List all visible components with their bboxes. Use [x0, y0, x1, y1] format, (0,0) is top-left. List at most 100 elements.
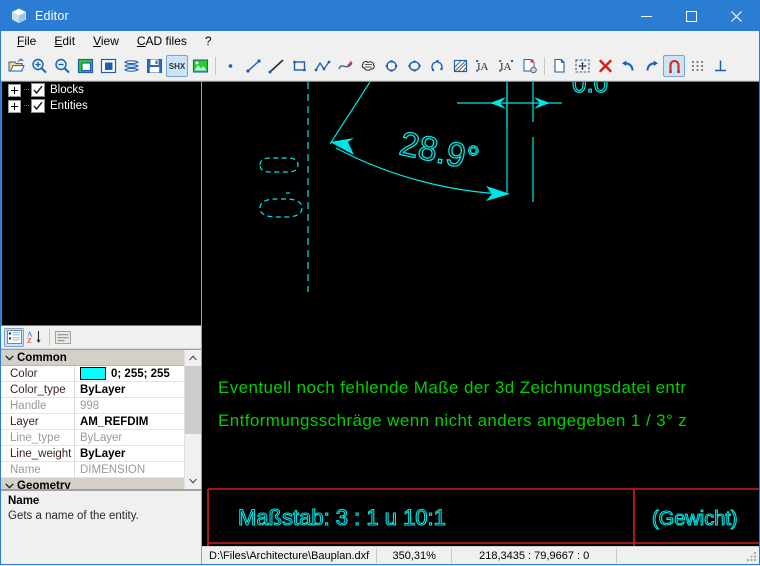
right-panel: 28.9° 0.0 Eventuell noch fehlende Maße d… [202, 81, 759, 564]
property-row-line-weight[interactable]: Line_weight ByLayer [1, 446, 184, 462]
grid-icon[interactable] [686, 55, 708, 77]
property-value-color[interactable]: 0; 255; 255 [75, 366, 184, 382]
property-value-color-text: 0; 255; 255 [111, 368, 170, 380]
scroll-track[interactable] [185, 366, 201, 473]
property-pages-icon[interactable] [53, 328, 73, 347]
expand-plus-icon-2[interactable] [8, 100, 21, 113]
categorized-view-icon[interactable] [4, 328, 24, 347]
ellipse-icon[interactable] [403, 55, 425, 77]
property-name-line-weight: Line_weight [1, 446, 75, 462]
menu-rest-edit: dit [62, 34, 75, 48]
property-category-common[interactable]: Common [1, 350, 184, 366]
menu-rest-cad: AD files [146, 34, 187, 48]
close-button[interactable] [714, 1, 759, 31]
cad-canvas[interactable]: 28.9° 0.0 Eventuell noch fehlende Maße d… [202, 81, 759, 546]
line-icon[interactable] [242, 55, 264, 77]
menu-item-edit[interactable]: Edit [45, 32, 84, 51]
window-controls [624, 1, 759, 31]
zoom-fit-icon[interactable] [74, 55, 96, 77]
rectangle-icon[interactable] [288, 55, 310, 77]
open-file-icon[interactable] [5, 55, 27, 77]
polyline-icon[interactable] [311, 55, 333, 77]
block-icon[interactable] [357, 55, 379, 77]
left-panel: Blocks Entities [1, 81, 201, 564]
new-file-icon[interactable] [548, 55, 570, 77]
hatch-icon[interactable] [449, 55, 471, 77]
chevron-down-icon[interactable] [1, 355, 17, 361]
tree-label-blocks: Blocks [50, 84, 84, 97]
arc-icon[interactable] [426, 55, 448, 77]
menu-bar: File Edit View CAD files ? [1, 31, 759, 52]
scroll-thumb[interactable] [185, 366, 201, 434]
text-single-icon[interactable]: I A [472, 55, 494, 77]
shx-label: SHX [169, 62, 185, 71]
property-row-name[interactable]: Name DIMENSION [1, 462, 184, 478]
property-grid[interactable]: Common Color 0; 255; 255 Color_type ByLa… [1, 349, 201, 490]
layers-icon[interactable] [120, 55, 142, 77]
color-swatch [80, 367, 106, 380]
image-icon[interactable] [189, 55, 211, 77]
menu-item-help[interactable]: ? [196, 32, 221, 51]
title-block-weight: (Gewicht) [652, 508, 738, 530]
menu-item-file[interactable]: File [8, 32, 45, 51]
property-row-layer[interactable]: Layer AM_REFDIM [1, 414, 184, 430]
svg-text:A: A [503, 61, 511, 73]
property-name-color-type: Color_type [1, 382, 75, 398]
alphabetic-sort-icon[interactable]: A Z [25, 328, 45, 347]
spline-icon[interactable] [334, 55, 356, 77]
tree-node-entities[interactable]: Entities [2, 98, 201, 114]
zoom-in-icon[interactable] [28, 55, 50, 77]
toolbar-separator [215, 57, 216, 75]
menu-item-view[interactable]: View [84, 32, 128, 51]
main-toolbar: SHX [1, 52, 759, 81]
menu-item-cad-files[interactable]: CAD files [128, 32, 196, 51]
property-grid-scrollbar[interactable] [184, 350, 201, 489]
property-row-color[interactable]: Color 0; 255; 255 [1, 366, 184, 382]
ray-icon[interactable] [265, 55, 287, 77]
zoom-out-icon[interactable] [51, 55, 73, 77]
window-title: Editor [35, 9, 624, 23]
property-name-color: Color [1, 366, 75, 382]
property-category-label-geometry: Geometry [17, 480, 71, 490]
properties-icon[interactable] [518, 55, 540, 77]
property-name-line-type: Line_type [1, 430, 75, 446]
snap-icon[interactable] [663, 55, 685, 77]
property-row-line-type[interactable]: Line_type ByLayer [1, 430, 184, 446]
property-category-geometry[interactable]: Geometry [1, 478, 184, 489]
circle-icon[interactable] [380, 55, 402, 77]
text-multi-icon[interactable]: I A [495, 55, 517, 77]
scroll-up-button[interactable] [185, 350, 201, 366]
object-tree[interactable]: Blocks Entities [1, 81, 201, 326]
undo-icon[interactable] [617, 55, 639, 77]
property-name-handle: Handle [1, 398, 75, 414]
property-value-layer[interactable]: AM_REFDIM [75, 414, 184, 430]
help-description: Gets a name of the entity. [8, 509, 194, 523]
select-all-icon[interactable] [571, 55, 593, 77]
tree-connector-2 [24, 105, 29, 107]
chevron-down-icon-2[interactable] [1, 483, 17, 489]
editor-window: Editor File Edit View CAD files ? [0, 0, 760, 565]
tree-node-blocks[interactable]: Blocks [2, 82, 201, 98]
scroll-down-button[interactable] [185, 473, 201, 489]
property-category-label-common: Common [17, 352, 67, 364]
checkbox-blocks[interactable] [31, 83, 45, 97]
save-icon[interactable] [143, 55, 165, 77]
expand-plus-icon[interactable] [8, 84, 21, 97]
property-value-line-weight[interactable]: ByLayer [75, 446, 184, 462]
property-row-color-type[interactable]: Color_type ByLayer [1, 382, 184, 398]
maximize-button[interactable] [669, 1, 714, 31]
zoom-window-icon[interactable] [97, 55, 119, 77]
shx-fonts-icon[interactable]: SHX [166, 55, 188, 77]
checkbox-entities[interactable] [31, 99, 45, 113]
minimize-button[interactable] [624, 1, 669, 31]
delete-icon[interactable] [594, 55, 616, 77]
property-row-handle[interactable]: Handle 998 [1, 398, 184, 414]
ortho-icon[interactable] [709, 55, 731, 77]
redo-icon[interactable] [640, 55, 662, 77]
menu-rest-view: iew [101, 34, 119, 48]
property-value-color-type[interactable]: ByLayer [75, 382, 184, 398]
resize-grip-icon[interactable] [744, 549, 758, 563]
menu-accel-cad: C [137, 34, 146, 48]
point-icon[interactable] [219, 55, 241, 77]
svg-text:A: A [480, 61, 488, 73]
